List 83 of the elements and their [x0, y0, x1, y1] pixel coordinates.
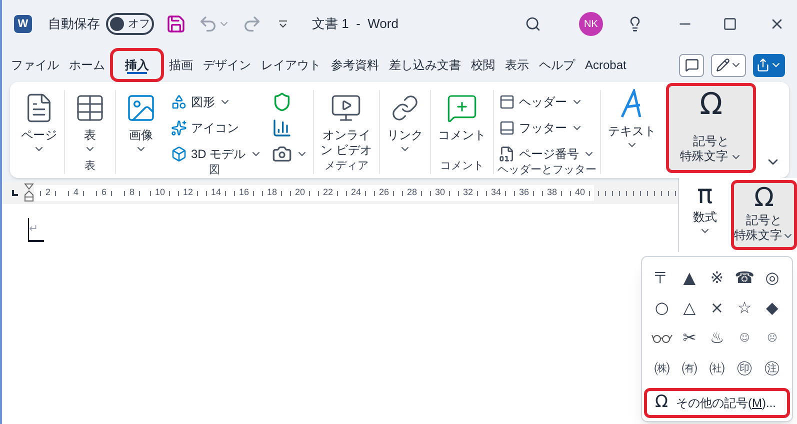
ribbon-tab[interactable]: ホーム — [64, 48, 110, 82]
window-title: 文書 1 - Word — [312, 15, 398, 34]
ruler-number: 4 — [73, 186, 78, 200]
symbol-item[interactable]: ☺ — [730, 323, 758, 353]
ruler-number: 10 — [154, 186, 165, 200]
ruler-number: 28 — [406, 186, 417, 200]
ruler-number: 22 — [322, 186, 333, 200]
ribbon-button[interactable]: 画像 — [119, 90, 163, 158]
ribbon-tab[interactable]: 表示 — [500, 48, 534, 82]
ribbon-button[interactable]: オンライ ン ビデオ — [316, 90, 376, 158]
ribbon-button[interactable]: 表 — [68, 90, 112, 158]
symbol-item[interactable]: ◆ — [758, 293, 786, 323]
pi-icon: π — [697, 180, 713, 210]
ribbon-button[interactable]: ページ — [17, 90, 61, 158]
ribbon-button[interactable]: テキスト — [604, 86, 660, 154]
ribbon-tab[interactable]: Acrobat — [580, 48, 632, 82]
ribbon-small-button[interactable]: ページ番号 — [497, 144, 598, 164]
user-avatar[interactable]: NK — [579, 12, 603, 36]
group-label: ヘッダーとフッター — [498, 163, 597, 178]
omega-icon: Ω — [754, 183, 774, 213]
omega-icon: Ω — [655, 390, 668, 416]
ruler-number: 18 — [266, 186, 277, 200]
menu-item-label: その他の記号(M)... — [676, 395, 776, 412]
ribbon-small-button[interactable]: アイコン — [169, 118, 264, 138]
group-label: 表 — [84, 159, 96, 174]
autosave-toggle[interactable]: オフ — [106, 13, 154, 35]
symbol-item[interactable]: ♨ — [703, 323, 731, 353]
symbol-item[interactable]: ㈱ — [648, 353, 676, 383]
symbol-item[interactable]: 〒 — [648, 263, 676, 293]
symbol-item[interactable]: ◎ — [758, 263, 786, 293]
ribbon-tab[interactable]: 参考資料 — [326, 48, 384, 82]
symbol-item[interactable]: ○ — [648, 293, 676, 323]
ribbon-tab[interactable]: ファイル — [6, 48, 64, 82]
ruler-number: 2 — [45, 186, 50, 200]
group-label: メディア — [324, 159, 368, 174]
symbol-item[interactable]: ㈲ — [676, 353, 704, 383]
omega-icon: Ω — [700, 88, 722, 122]
symbol-item[interactable]: ㊞ — [730, 353, 758, 383]
ruler-number: 32 — [462, 186, 473, 200]
ruler-number: 30 — [434, 186, 445, 200]
ribbon-small-button[interactable]: ヘッダー — [497, 92, 598, 112]
symbol-item[interactable]: ※ — [703, 263, 731, 293]
ruler-number: 34 — [490, 186, 501, 200]
ruler-number: 16 — [238, 186, 249, 200]
ribbon-button[interactable]: リンク — [383, 90, 428, 158]
symbol-panel-button[interactable]: π 数式 — [683, 180, 727, 250]
symbol-item[interactable]: ㈳ — [703, 353, 731, 383]
ribbon-tab[interactable]: ヘルプ — [534, 48, 580, 82]
symbol-item[interactable]: ☎ — [730, 263, 758, 293]
symbol-item[interactable]: ✂ — [676, 323, 704, 353]
ribbon-small-button[interactable]: フッター — [497, 118, 598, 138]
ruler-number: 36 — [518, 186, 529, 200]
ruler-number: 40 — [574, 186, 585, 200]
ruler-number: 26 — [378, 186, 389, 200]
ribbon-tab[interactable]: 校閲 — [466, 48, 500, 82]
ribbon-button[interactable]: コメント — [434, 90, 490, 158]
ribbon-small-button[interactable]: 3D モデル — [169, 144, 264, 164]
symbol-item[interactable]: ㊟ — [758, 353, 786, 383]
symbol-item[interactable]: ▲ — [676, 263, 704, 293]
ribbon-button[interactable]: Ω 記号と 特殊文字 — [666, 83, 756, 173]
app-logo: W — [14, 15, 32, 33]
ruler-number: 24 — [350, 186, 361, 200]
ribbon-tab[interactable]: デザイン — [198, 48, 256, 82]
ruler-number: 14 — [210, 186, 221, 200]
ribbon-tab[interactable]: 描画 — [164, 48, 198, 82]
ruler-number: 6 — [101, 186, 106, 200]
ribbon-small-button[interactable]: 図形 — [169, 92, 264, 112]
ruler-number: 38 — [546, 186, 557, 200]
autosave-label: 自動保存 — [48, 15, 100, 34]
ruler-number: 8 — [129, 186, 134, 200]
symbol-item[interactable]: × — [703, 293, 731, 323]
symbol-item[interactable]: ☆ — [730, 293, 758, 323]
symbol-panel-button[interactable]: Ω 記号と 特殊文字 — [731, 180, 797, 250]
paragraph-mark: ↵ — [29, 220, 38, 237]
symbol-item[interactable]: △ — [676, 293, 704, 323]
more-symbols-item[interactable]: Ω その他の記号(M)... — [644, 388, 790, 418]
ribbon-tab[interactable]: 差し込み文書 — [384, 48, 466, 82]
group-label: 図 — [208, 163, 220, 178]
ruler-number: 12 — [182, 186, 193, 200]
ruler-number: 20 — [294, 186, 305, 200]
ribbon-tab[interactable]: レイアウト — [256, 48, 326, 82]
symbol-item[interactable]: ☹ — [758, 323, 786, 353]
group-label: コメント — [440, 159, 484, 174]
